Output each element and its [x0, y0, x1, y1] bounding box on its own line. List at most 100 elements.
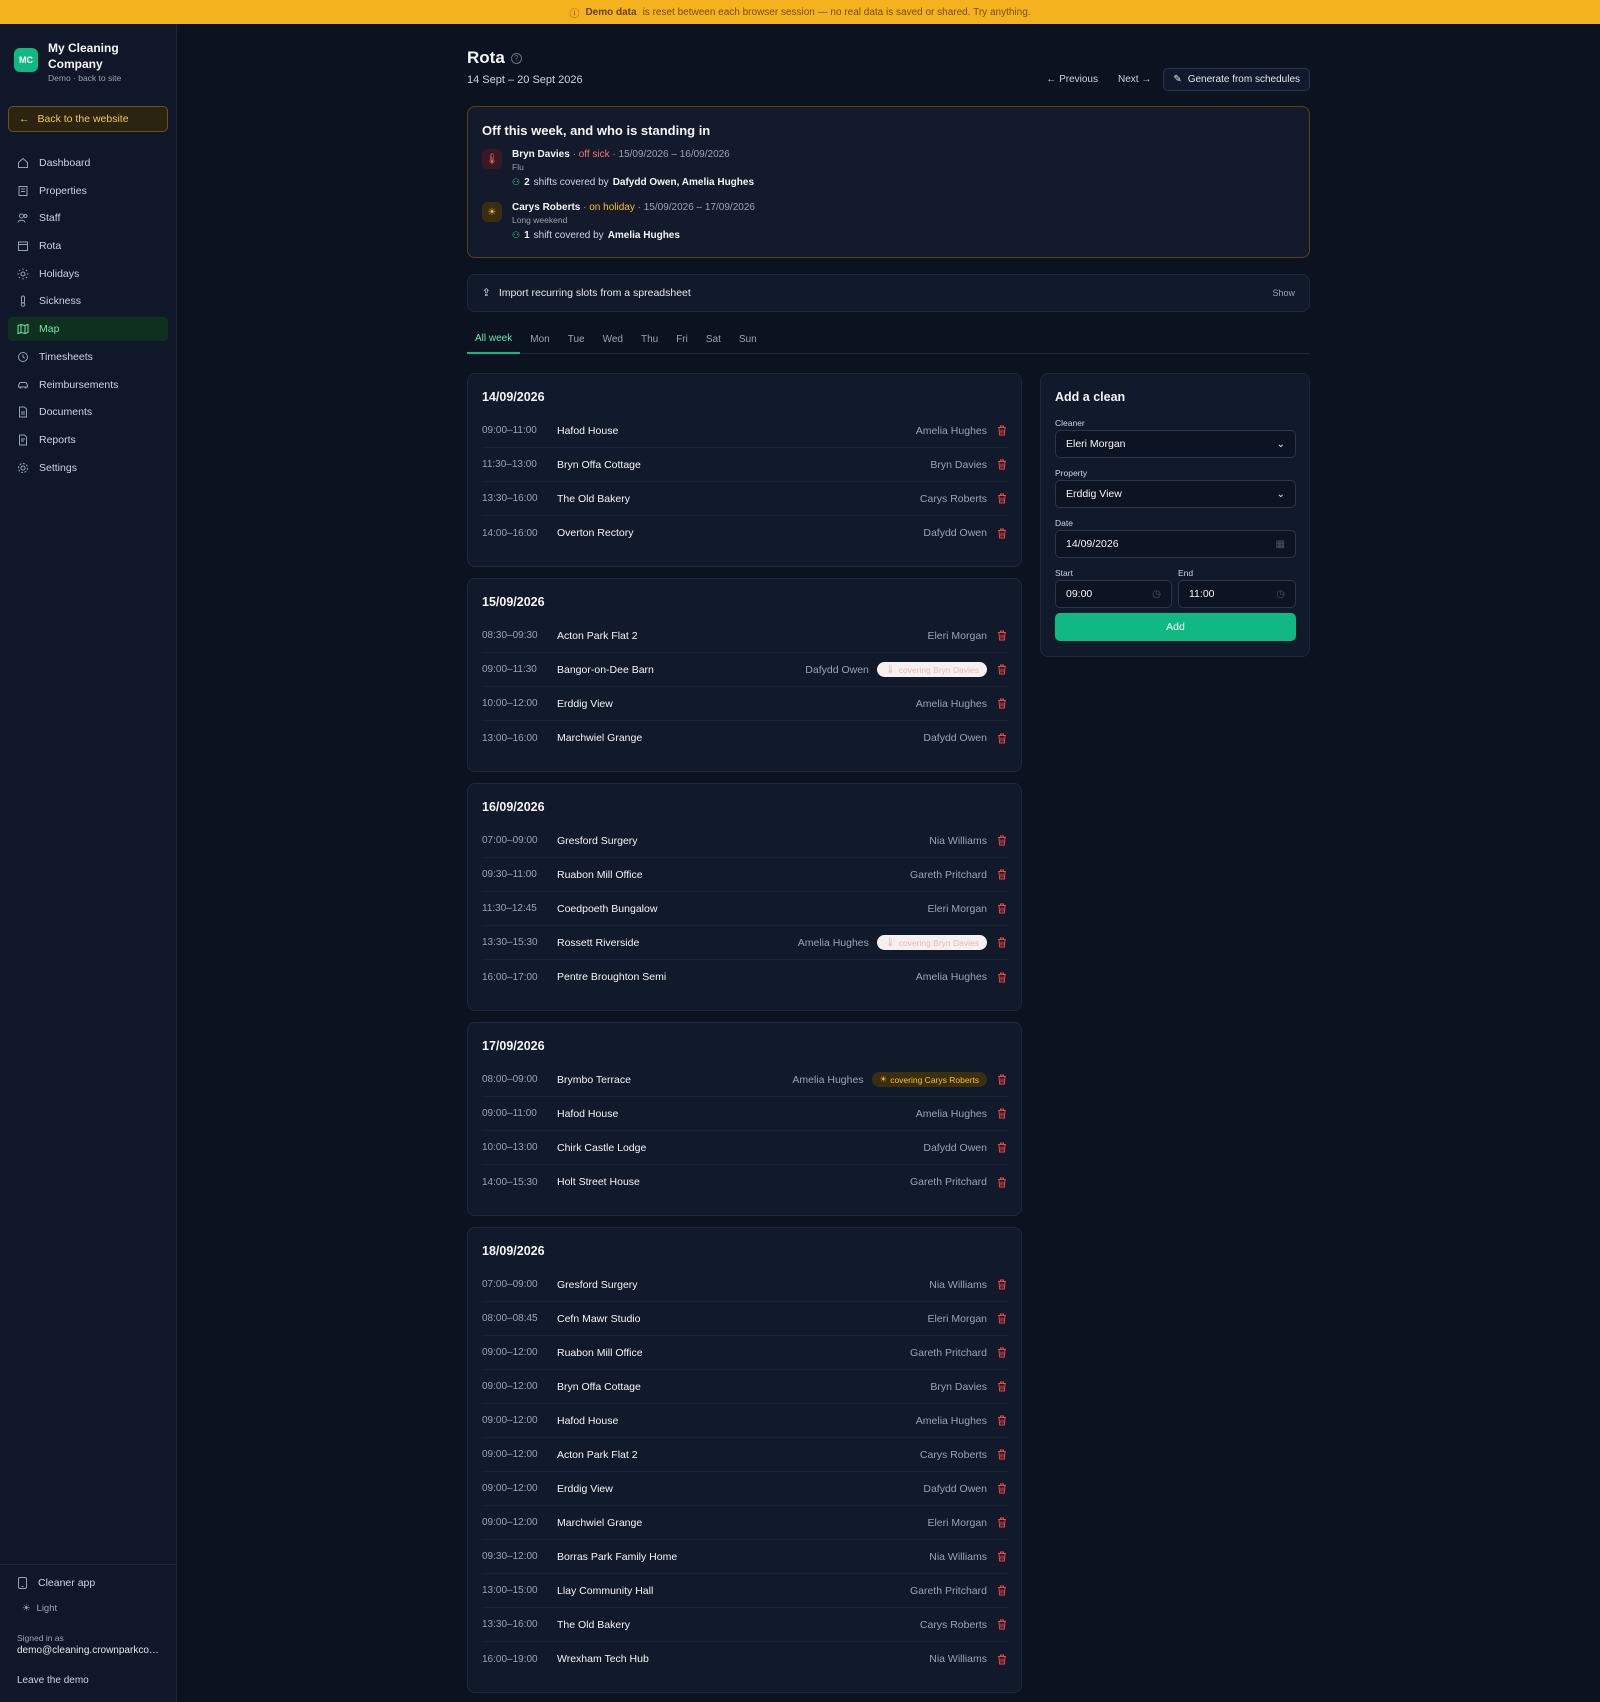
trash-icon[interactable]	[995, 869, 1009, 880]
slot-property[interactable]: Erddig View	[557, 1483, 923, 1495]
slot-cleaner[interactable]: Amelia Hughes	[916, 971, 987, 983]
absent-staff-name[interactable]: Carys Roberts	[512, 202, 580, 213]
trash-icon[interactable]	[995, 972, 1009, 983]
trash-icon[interactable]	[995, 493, 1009, 504]
slot-property[interactable]: Cefn Mawr Studio	[557, 1313, 927, 1325]
slot-property[interactable]: Chirk Castle Lodge	[557, 1142, 923, 1154]
trash-icon[interactable]	[995, 1483, 1009, 1494]
slot-cleaner[interactable]: Amelia Hughes	[916, 425, 987, 437]
slot-cleaner[interactable]: Gareth Pritchard	[910, 1347, 987, 1359]
slot-property[interactable]: Hafod House	[557, 1415, 916, 1427]
tab-tue[interactable]: Tue	[560, 324, 593, 354]
end-time-field[interactable]: 11:00 ◷	[1178, 580, 1296, 608]
tab-all-week[interactable]: All week	[467, 324, 521, 354]
slot-property[interactable]: The Old Bakery	[557, 1619, 920, 1631]
slot-property[interactable]: Ruabon Mill Office	[557, 869, 910, 881]
slot-property[interactable]: Brymbo Terrace	[557, 1074, 792, 1086]
slot-cleaner[interactable]: Carys Roberts	[920, 1449, 987, 1461]
slot-cleaner[interactable]: Dafydd Owen	[923, 527, 987, 539]
import-spreadsheet-panel[interactable]: ⇪ Import recurring slots from a spreadsh…	[467, 274, 1310, 312]
tab-mon[interactable]: Mon	[522, 324, 557, 354]
trash-icon[interactable]	[995, 528, 1009, 539]
slot-cleaner[interactable]: Amelia Hughes	[798, 937, 869, 949]
slot-property[interactable]: Llay Community Hall	[557, 1585, 910, 1597]
trash-icon[interactable]	[995, 1142, 1009, 1153]
slot-property[interactable]: Gresford Surgery	[557, 835, 929, 847]
trash-icon[interactable]	[995, 1654, 1009, 1665]
add-clean-button[interactable]: Add	[1055, 613, 1296, 641]
clock-icon[interactable]: ◷	[1276, 589, 1285, 600]
slot-property[interactable]: Marchwiel Grange	[557, 732, 923, 744]
slot-property[interactable]: Erddig View	[557, 698, 916, 710]
generate-from-schedules-button[interactable]: ✎ Generate from schedules	[1163, 68, 1310, 91]
slot-property[interactable]: Coedpoeth Bungalow	[557, 903, 927, 915]
trash-icon[interactable]	[995, 903, 1009, 914]
slot-cleaner[interactable]: Amelia Hughes	[916, 698, 987, 710]
trash-icon[interactable]	[995, 1517, 1009, 1528]
slot-property[interactable]: Pentre Broughton Semi	[557, 971, 916, 983]
absent-staff-name[interactable]: Bryn Davies	[512, 149, 570, 160]
slot-property[interactable]: Bryn Offa Cottage	[557, 1381, 930, 1393]
slot-cleaner[interactable]: Dafydd Owen	[923, 1483, 987, 1495]
start-time-field[interactable]: 09:00 ◷	[1055, 580, 1172, 608]
trash-icon[interactable]	[995, 698, 1009, 709]
tab-thu[interactable]: Thu	[633, 324, 666, 354]
tab-wed[interactable]: Wed	[595, 324, 631, 354]
sidebar-item-properties[interactable]: Properties	[8, 179, 168, 203]
slot-cleaner[interactable]: Amelia Hughes	[792, 1074, 863, 1086]
tab-fri[interactable]: Fri	[668, 324, 696, 354]
slot-property[interactable]: Hafod House	[557, 425, 916, 437]
slot-property[interactable]: Wrexham Tech Hub	[557, 1653, 929, 1665]
trash-icon[interactable]	[995, 425, 1009, 436]
tab-sun[interactable]: Sun	[731, 324, 765, 354]
slot-cleaner[interactable]: Amelia Hughes	[916, 1415, 987, 1427]
sidebar-item-settings[interactable]: Settings	[8, 456, 168, 480]
trash-icon[interactable]	[995, 1108, 1009, 1119]
sidebar-item-reimbursements[interactable]: Reimbursements	[8, 373, 168, 397]
trash-icon[interactable]	[995, 1347, 1009, 1358]
trash-icon[interactable]	[995, 1585, 1009, 1596]
slot-cleaner[interactable]: Carys Roberts	[920, 1619, 987, 1631]
back-to-website-button[interactable]: ← Back to the website	[8, 106, 168, 132]
import-show-toggle[interactable]: Show	[1272, 288, 1295, 298]
cleaner-app-link[interactable]: Cleaner app	[17, 1577, 95, 1589]
date-field[interactable]: 14/09/2026 ▦	[1055, 530, 1296, 558]
slot-cleaner[interactable]: Nia Williams	[929, 1551, 987, 1563]
trash-icon[interactable]	[995, 664, 1009, 675]
slot-cleaner[interactable]: Gareth Pritchard	[910, 1585, 987, 1597]
slot-property[interactable]: Hafod House	[557, 1108, 916, 1120]
slot-cleaner[interactable]: Nia Williams	[929, 1279, 987, 1291]
slot-cleaner[interactable]: Gareth Pritchard	[910, 1176, 987, 1188]
slot-cleaner[interactable]: Bryn Davies	[930, 1381, 987, 1393]
trash-icon[interactable]	[995, 1074, 1009, 1085]
trash-icon[interactable]	[995, 1313, 1009, 1324]
previous-week-button[interactable]: ← Previous	[1038, 70, 1106, 89]
trash-icon[interactable]	[995, 1415, 1009, 1426]
slot-cleaner[interactable]: Nia Williams	[929, 1653, 987, 1665]
slot-cleaner[interactable]: Eleri Morgan	[927, 1517, 987, 1529]
slot-cleaner[interactable]: Bryn Davies	[930, 459, 987, 471]
sidebar-item-rota[interactable]: Rota	[8, 234, 168, 258]
slot-cleaner[interactable]: Amelia Hughes	[916, 1108, 987, 1120]
slot-cleaner[interactable]: Carys Roberts	[920, 493, 987, 505]
trash-icon[interactable]	[995, 459, 1009, 470]
calendar-icon[interactable]: ▦	[1276, 539, 1285, 550]
trash-icon[interactable]	[995, 937, 1009, 948]
slot-cleaner[interactable]: Eleri Morgan	[927, 903, 987, 915]
slot-property[interactable]: Overton Rectory	[557, 527, 923, 539]
brand[interactable]: MC My Cleaning Company Demo · back to si…	[14, 40, 148, 83]
sidebar-item-map[interactable]: Map	[8, 317, 168, 342]
slot-property[interactable]: Gresford Surgery	[557, 1279, 929, 1291]
trash-icon[interactable]	[995, 1381, 1009, 1392]
trash-icon[interactable]	[995, 1619, 1009, 1630]
sidebar-item-dashboard[interactable]: Dashboard	[8, 151, 168, 175]
tab-sat[interactable]: Sat	[698, 324, 729, 354]
slot-cleaner[interactable]: Nia Williams	[929, 835, 987, 847]
sidebar-item-timesheets[interactable]: Timesheets	[8, 345, 168, 369]
slot-property[interactable]: Acton Park Flat 2	[557, 1449, 920, 1461]
trash-icon[interactable]	[995, 1551, 1009, 1562]
slot-cleaner[interactable]: Dafydd Owen	[805, 664, 869, 676]
slot-property[interactable]: Bangor-on-Dee Barn	[557, 664, 805, 676]
slot-cleaner[interactable]: Gareth Pritchard	[910, 869, 987, 881]
trash-icon[interactable]	[995, 1177, 1009, 1188]
